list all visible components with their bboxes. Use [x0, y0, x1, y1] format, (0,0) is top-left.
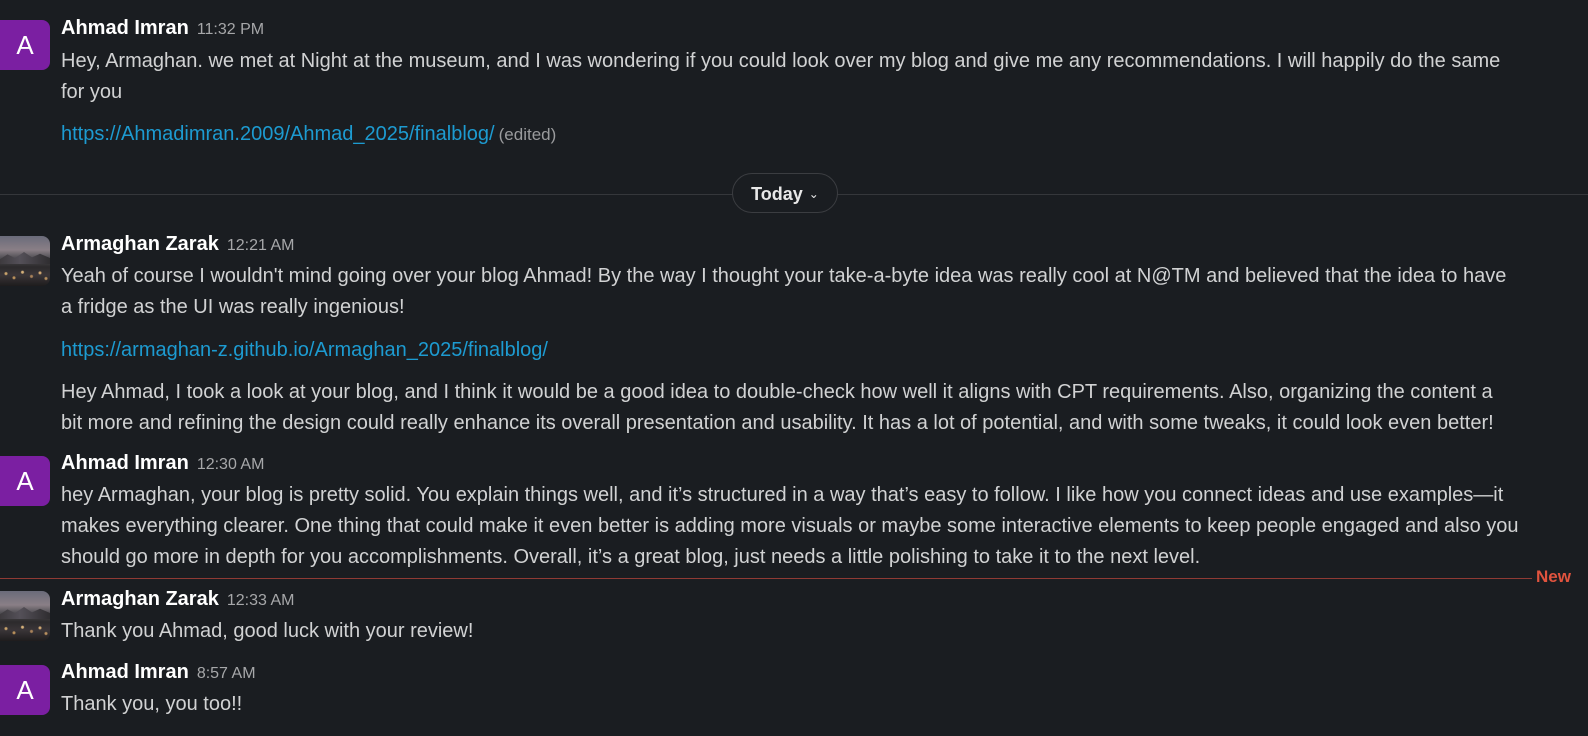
message-line: Thank you, you too!! [61, 693, 243, 715]
new-messages-label: New [1536, 567, 1571, 586]
date-divider-today-button[interactable]: Today ⌄ [732, 173, 838, 213]
message-timestamp[interactable]: 12:33 AM [227, 592, 295, 609]
author-name[interactable]: Ahmad Imran [61, 452, 189, 474]
message-link-row: https://Ahmadimran.2009/Ahmad_2025/final… [61, 119, 1588, 150]
edited-label: (edited) [498, 125, 557, 144]
message-link-row: https://armaghan-z.github.io/Armaghan_20… [61, 335, 1588, 366]
avatar-photo-lights [0, 623, 50, 637]
message-link[interactable]: https://Ahmadimran.2009/Ahmad_2025/final… [61, 123, 495, 145]
message-text: Yeah of course I wouldn't mind going ove… [61, 261, 1588, 323]
message-line: Hey, Armaghan. we met at Night at the mu… [61, 50, 1501, 72]
avatar[interactable] [0, 591, 50, 641]
message-timestamp[interactable]: 11:32 PM [197, 21, 264, 38]
message-text: Thank you Ahmad, good luck with your rev… [61, 616, 1588, 647]
avatar-photo-ridge [0, 607, 50, 619]
message-timestamp[interactable]: 12:30 AM [197, 456, 265, 473]
message-line: makes everything clearer. One thing that… [61, 515, 1519, 537]
message-line: Hey Ahmad, I took a look at your blog, a… [61, 381, 1493, 403]
message-line: Yeah of course I wouldn't mind going ove… [61, 265, 1507, 287]
message-line: bit more and refining the design could r… [61, 412, 1494, 434]
author-name[interactable]: Ahmad Imran [61, 661, 189, 683]
message-text: Hey Ahmad, I took a look at your blog, a… [61, 377, 1588, 439]
avatar[interactable]: A [0, 665, 50, 715]
date-divider-label: Today [751, 184, 803, 204]
avatar[interactable] [0, 236, 50, 286]
message-line: for you [61, 81, 123, 103]
message-line: hey Armaghan, your blog is pretty solid.… [61, 484, 1504, 506]
message-line: Thank you Ahmad, good luck with your rev… [61, 620, 474, 642]
message-timestamp[interactable]: 8:57 AM [197, 665, 256, 682]
message-line: a fridge as the UI was really ingenious! [61, 296, 405, 318]
message-timestamp[interactable]: 12:21 AM [227, 237, 295, 254]
avatar-photo-ridge [0, 252, 50, 264]
author-name[interactable]: Armaghan Zarak [61, 588, 219, 610]
message-text: Thank you, you too!! [61, 689, 1588, 720]
message-link[interactable]: https://armaghan-z.github.io/Armaghan_20… [61, 339, 548, 361]
author-name[interactable]: Ahmad Imran [61, 17, 189, 39]
chevron-down-icon: ⌄ [808, 187, 819, 201]
chat-message-list: A Ahmad Imran 11:32 PM Hey, Armaghan. we … [0, 0, 1588, 736]
message-line: should go more in depth for you accompli… [61, 546, 1201, 568]
author-name[interactable]: Armaghan Zarak [61, 233, 219, 255]
message-text: hey Armaghan, your blog is pretty solid.… [61, 480, 1588, 573]
avatar[interactable]: A [0, 456, 50, 506]
avatar[interactable]: A [0, 20, 50, 70]
message-text: Hey, Armaghan. we met at Night at the mu… [61, 46, 1588, 108]
avatar-photo-lights [0, 268, 50, 282]
new-messages-line [0, 578, 1532, 579]
